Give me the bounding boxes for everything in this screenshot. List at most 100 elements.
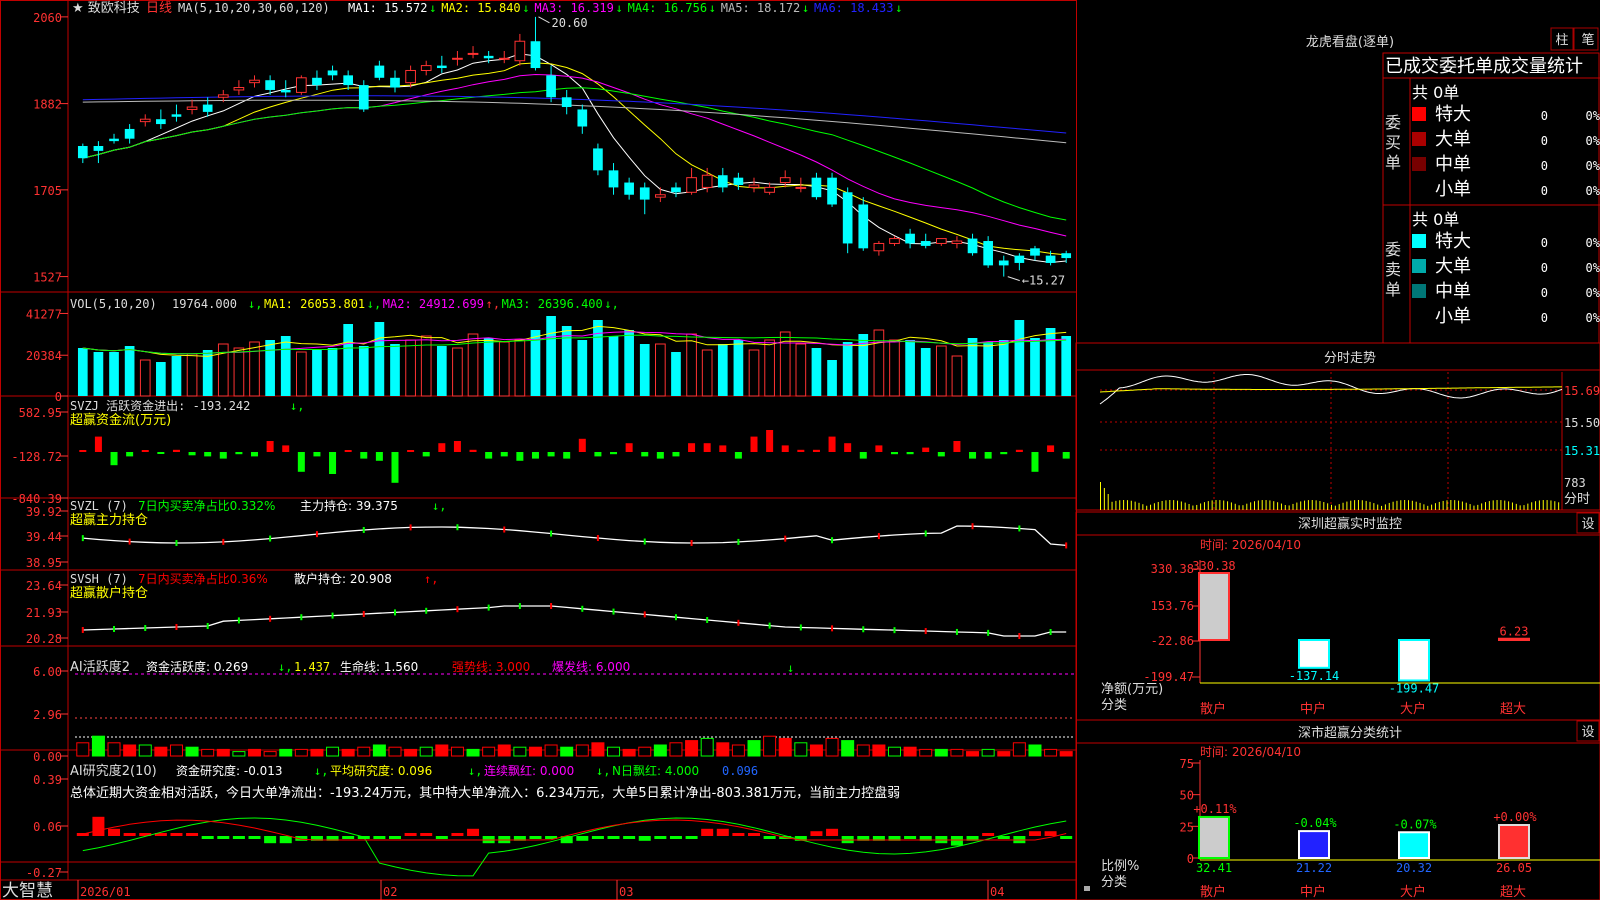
- intraday-vol-bar: [1296, 502, 1298, 510]
- order-swatch: [1412, 259, 1426, 273]
- order-type-0: 特大: [1435, 231, 1471, 252]
- intraday-tick: 15.69: [1564, 384, 1600, 398]
- intraday-vol-bar: [1461, 501, 1463, 510]
- intraday-vol-bar: [1331, 504, 1332, 510]
- holding-tick: [643, 611, 646, 618]
- activity-bar: [107, 742, 121, 757]
- candle-up: [233, 87, 245, 91]
- toggle-stroke-label: 笔: [1581, 32, 1594, 48]
- volume-bar-down: [639, 344, 650, 396]
- holding-tick: [831, 537, 834, 544]
- order-type-2: 中单: [1435, 154, 1471, 175]
- holding-tick: [1018, 525, 1021, 532]
- candle-down: [577, 109, 588, 127]
- activity-bar: [778, 737, 792, 757]
- volume-bar-up: [514, 339, 526, 397]
- flow-bar: [266, 441, 274, 452]
- stock-chart[interactable]: 2060 1882 1705 1527 20.60 ←15.27 ★ 致欧科技 日线 MA(5,…: [0, 0, 1600, 900]
- flow-bar: [797, 449, 805, 452]
- candle-down: [109, 138, 119, 142]
- flow-bar: [812, 449, 820, 452]
- intraday-vol-bar: [1446, 500, 1448, 510]
- candle-down: [358, 85, 369, 110]
- volume-bar-down: [390, 344, 400, 396]
- intraday-vol-bar: [1361, 500, 1363, 510]
- classify-tick: 50: [1180, 789, 1194, 803]
- volume-bar-down: [983, 342, 993, 396]
- activity-bar: [201, 748, 215, 757]
- research-bar: [1044, 831, 1057, 836]
- volume-bar-down: [842, 342, 853, 396]
- intraday-vol-bar: [1265, 500, 1267, 510]
- holding-tick: [237, 617, 240, 624]
- monitor-category: 大户: [1400, 701, 1426, 717]
- svsh-tick-label: 21.93: [26, 606, 62, 620]
- flow-bar: [625, 443, 633, 452]
- research-bar: [420, 833, 433, 836]
- volume-bar-up: [935, 345, 947, 397]
- flow-bar: [438, 443, 446, 452]
- vol-tick-label: 0: [55, 390, 62, 404]
- res-arrow: ↓,: [596, 764, 610, 778]
- candle-up: [452, 57, 463, 60]
- volume-bar-up: [951, 355, 963, 397]
- candle-down: [327, 70, 338, 76]
- classify-settings-label: 设: [1581, 725, 1594, 740]
- holding-tick: [612, 608, 615, 615]
- activity-bar: [263, 751, 277, 757]
- classify-time: 时间: 2026/04/10: [1200, 745, 1301, 759]
- activity-bar: [685, 740, 699, 757]
- volume-bar-down: [93, 352, 104, 396]
- intraday-vol-bar: [1246, 503, 1248, 510]
- volume-bar-down: [671, 352, 681, 396]
- side-label: 单: [1385, 280, 1401, 299]
- research-bar: [826, 828, 839, 836]
- intraday-vol-bar: [1180, 501, 1182, 510]
- activity-bar: [544, 744, 558, 757]
- activity-bar: [622, 748, 636, 757]
- candle-down: [1014, 255, 1025, 263]
- high-pointer: [538, 16, 550, 24]
- res-p3: 连续飘红: 0.000: [484, 763, 574, 778]
- intraday-vol-bar: [1538, 500, 1540, 510]
- classify-tick: 25: [1180, 820, 1194, 834]
- classify-tick: 75: [1180, 757, 1194, 771]
- holding-tick: [456, 606, 459, 613]
- volume-bar-down: [327, 348, 338, 396]
- period-label: 日线: [146, 1, 172, 16]
- res-arrow: ↓,: [468, 764, 482, 778]
- research-bar: [810, 831, 823, 836]
- intraday-vol-bar: [1434, 503, 1436, 510]
- volume-bar-down: [343, 324, 354, 396]
- holding-tick: [987, 629, 990, 636]
- activity-bar: [934, 748, 948, 757]
- candle-down: [811, 177, 822, 198]
- intraday-vol-bar: [1323, 502, 1325, 510]
- candle-up: [498, 57, 510, 60]
- holding-tick: [487, 604, 490, 611]
- intraday-vol-bar: [1369, 501, 1371, 510]
- flow-bar: [1015, 449, 1023, 452]
- volume-bar-down: [608, 336, 619, 396]
- intraday-vol-bar: [1408, 500, 1409, 510]
- flow-bar: [407, 450, 415, 452]
- holding-tick: [362, 611, 365, 617]
- intraday-vol-bar: [1261, 500, 1263, 510]
- candle-up: [217, 94, 229, 98]
- ma-arrow: ↓: [895, 1, 902, 15]
- candle-down: [124, 128, 135, 139]
- activity-bar: [528, 746, 542, 757]
- ma6-line: [82, 95, 1067, 134]
- candle-down: [593, 148, 603, 171]
- intraday-vol-bar: [1211, 500, 1213, 510]
- activity-bar: [809, 744, 823, 757]
- activity-bar: [856, 744, 870, 757]
- svzl-tick-label: 38.95: [26, 556, 62, 570]
- volume-bar-down: [358, 346, 369, 396]
- research-bar: [373, 836, 386, 839]
- intraday-vol-bar: [1388, 502, 1390, 510]
- flow-bar: [94, 436, 102, 452]
- flow-bar: [578, 438, 586, 452]
- activity-bar: [700, 737, 714, 757]
- activity-bar: [76, 742, 90, 757]
